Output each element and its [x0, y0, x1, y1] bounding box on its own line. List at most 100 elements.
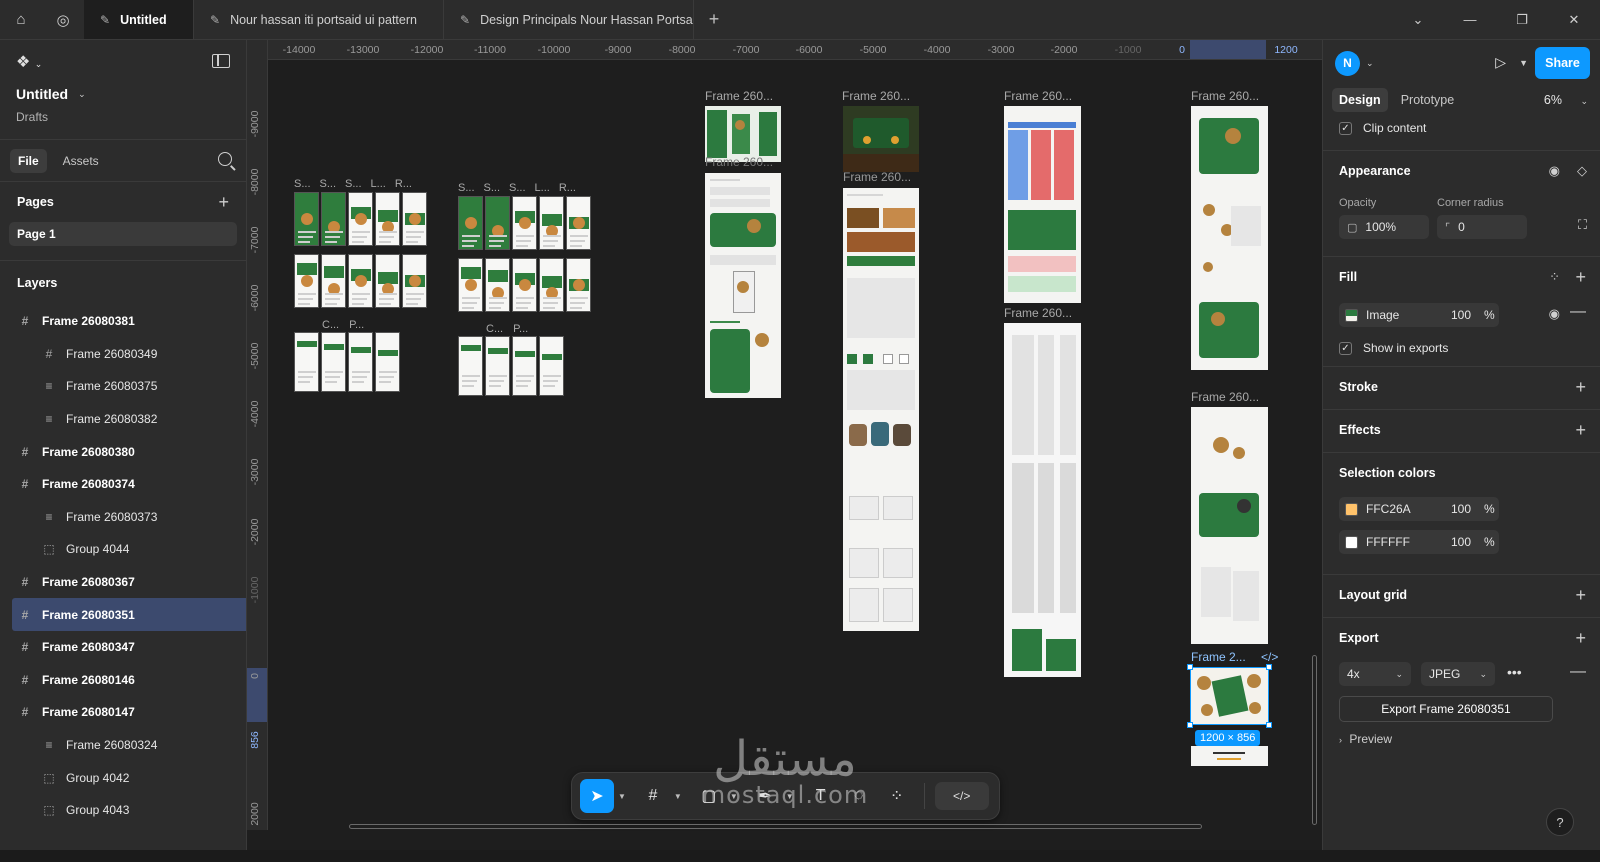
tab-file[interactable]: File [10, 148, 47, 173]
layer-item[interactable]: # Frame 26080374 [0, 468, 246, 501]
selected-frame-label[interactable]: Frame 2... </> [1191, 650, 1278, 664]
corner-radius-field[interactable]: ⌜ 0 [1437, 215, 1527, 239]
zoom-level[interactable]: 6% [1544, 93, 1562, 107]
home-icon[interactable]: ⌂ [0, 0, 42, 39]
layer-item[interactable]: ≡ Frame 26080324 [0, 729, 246, 762]
screen-label[interactable]: C... [322, 319, 339, 331]
frame-thumbnail[interactable] [705, 173, 781, 398]
comment-tool-icon[interactable]: ◌ [842, 779, 876, 813]
eye-icon[interactable]: ◉ [1549, 306, 1560, 322]
add-layout-grid-icon[interactable]: + [1575, 585, 1586, 606]
mobile-screen-thumbnail[interactable] [512, 336, 537, 396]
remove-fill-icon[interactable]: — [1570, 303, 1586, 321]
mobile-screen-thumbnail[interactable] [485, 336, 510, 396]
fill-opacity[interactable]: 100 [1451, 308, 1471, 322]
mobile-screen-thumbnail[interactable] [375, 332, 400, 392]
frame-label[interactable]: Frame 260... [1004, 89, 1072, 103]
independent-corners-icon[interactable]: ⛶ [1578, 217, 1587, 233]
screen-label[interactable]: S... [320, 178, 337, 190]
file-title[interactable]: Untitled ⌄ [16, 86, 230, 102]
opacity-field[interactable]: ▢ 100% [1339, 215, 1429, 239]
layer-item[interactable]: # Frame 26080381 [0, 305, 246, 338]
frame-tool-icon[interactable]: # [636, 779, 670, 813]
move-tool-icon[interactable]: ➤ [580, 779, 614, 813]
blend-icon[interactable]: ◇ [1577, 163, 1587, 179]
layer-item[interactable]: # Frame 26080347 [0, 631, 246, 664]
layer-item[interactable]: # Frame 26080349 [0, 338, 246, 371]
mobile-screen-thumbnail[interactable] [375, 254, 400, 308]
chevron-down-icon[interactable]: ⌄ [1392, 0, 1444, 39]
sidebar-toggle-icon[interactable] [212, 54, 230, 68]
vertical-scrollbar[interactable] [1312, 655, 1317, 825]
mobile-screen-thumbnail[interactable] [539, 336, 564, 396]
frame-label[interactable]: Frame 260... [1191, 390, 1259, 404]
close-window-icon[interactable]: ✕ [1548, 0, 1600, 39]
mobile-screen-thumbnail[interactable] [294, 192, 319, 246]
layer-item[interactable]: ⬚ Group 4044 [0, 533, 246, 566]
layer-item[interactable]: # Frame 26080351 [12, 598, 246, 631]
mobile-screen-thumbnail[interactable] [348, 332, 373, 392]
mobile-screen-thumbnail[interactable] [294, 254, 319, 308]
mobile-screen-thumbnail[interactable] [539, 258, 564, 312]
mobile-screen-thumbnail[interactable] [321, 192, 346, 246]
frame-label[interactable]: Frame 260... [843, 170, 911, 184]
layer-item[interactable]: # Frame 26080367 [0, 566, 246, 599]
layer-item[interactable]: ≡ Frame 26080375 [0, 370, 246, 403]
resize-handle[interactable] [1187, 722, 1193, 728]
mobile-screen-thumbnail[interactable] [321, 254, 346, 308]
layer-item[interactable]: ⬚ Group 4042 [0, 761, 246, 794]
mobile-screen-thumbnail[interactable] [458, 196, 483, 250]
resize-handle[interactable] [1187, 664, 1193, 670]
frame-thumbnail[interactable] [843, 106, 919, 172]
mobile-screen-thumbnail[interactable] [566, 196, 591, 250]
chevron-down-icon[interactable]: ▼ [674, 792, 682, 801]
fill-row[interactable]: Image 100 [1339, 303, 1499, 327]
screen-label[interactable]: P... [349, 319, 364, 331]
mobile-screen-thumbnail[interactable] [375, 192, 400, 246]
mobile-screen-thumbnail[interactable] [485, 196, 510, 250]
figma-menu-icon[interactable]: ❖ ⌄ [16, 52, 230, 72]
add-page-icon[interactable]: + [218, 192, 229, 213]
frame-label[interactable]: Frame 260... [705, 155, 773, 169]
tab-ui-pattern[interactable]: ✎ Nour hassan iti portsaid ui pattern [194, 0, 444, 39]
image-fill-swatch[interactable] [1345, 308, 1358, 322]
mobile-screen-thumbnail[interactable] [294, 332, 319, 392]
frame-thumbnail[interactable] [1004, 106, 1081, 303]
pen-tool-icon[interactable]: ✒ [748, 779, 782, 813]
mobile-screen-thumbnail[interactable] [458, 258, 483, 312]
screens-group-1[interactable]: S... S... S... L... R... C... P... [294, 178, 434, 412]
mobile-screen-thumbnail[interactable] [566, 258, 591, 312]
screen-label[interactable]: L... [371, 178, 386, 190]
remove-export-icon[interactable]: — [1570, 663, 1586, 681]
layer-item[interactable]: ≡ Frame 26080373 [0, 501, 246, 534]
screen-label[interactable]: S... [509, 182, 526, 194]
layer-item[interactable]: # Frame 26080380 [0, 435, 246, 468]
globe-icon[interactable]: ◎ [42, 0, 84, 39]
export-scale-select[interactable]: 4x ⌄ [1339, 662, 1411, 686]
dev-mode-toggle[interactable]: </> [934, 782, 989, 810]
search-icon[interactable] [218, 152, 232, 166]
mobile-screen-thumbnail[interactable] [402, 254, 427, 308]
file-location[interactable]: Drafts [16, 110, 230, 124]
chevron-down-icon[interactable]: ⌄ [1366, 58, 1374, 69]
frame-label[interactable]: Frame 260... [705, 89, 773, 103]
chevron-down-icon[interactable]: ⌄ [1580, 96, 1588, 107]
horizontal-scrollbar[interactable] [349, 824, 1202, 829]
screen-label[interactable]: R... [395, 178, 412, 190]
chevron-down-icon[interactable]: ▼ [618, 792, 626, 801]
text-tool-icon[interactable]: T [804, 779, 838, 813]
more-options-icon[interactable]: ••• [1507, 664, 1522, 680]
mobile-screen-thumbnail[interactable] [512, 258, 537, 312]
restore-icon[interactable]: ❐ [1496, 0, 1548, 39]
new-tab-button[interactable]: + [694, 0, 734, 39]
tab-untitled[interactable]: ✎ Untitled ✕ [84, 0, 194, 39]
avatar[interactable]: N [1335, 50, 1360, 76]
frame-thumbnail[interactable] [705, 106, 781, 162]
mobile-screen-thumbnail[interactable] [348, 192, 373, 246]
tab-assets[interactable]: Assets [55, 149, 107, 173]
frame-thumbnail[interactable] [843, 188, 919, 631]
frame-label[interactable]: Frame 260... [1191, 89, 1259, 103]
color-opacity[interactable]: 100 [1451, 502, 1471, 516]
eye-icon[interactable]: ◉ [1549, 163, 1560, 179]
screen-label[interactable]: R... [559, 182, 576, 194]
